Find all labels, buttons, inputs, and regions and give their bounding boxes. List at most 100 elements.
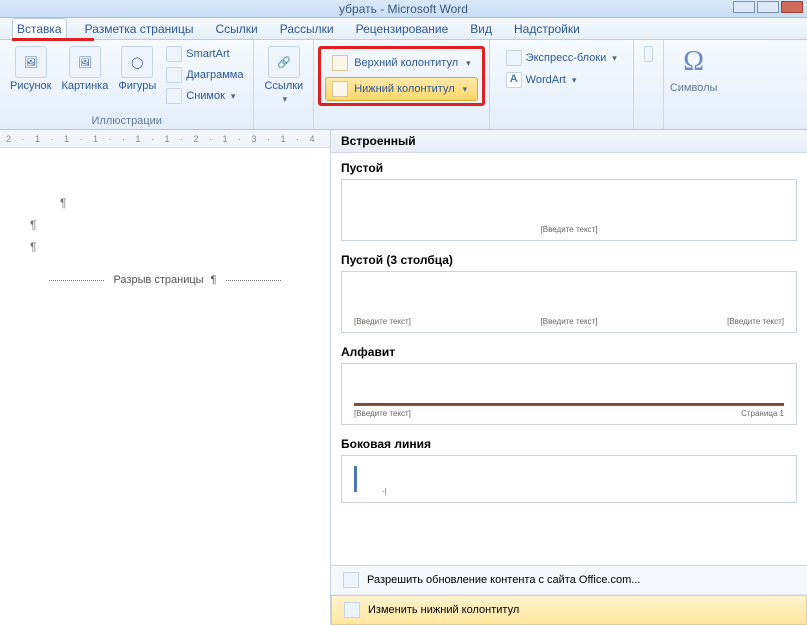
tab-review[interactable]: Рецензирование [352, 19, 453, 39]
minimize-button[interactable] [733, 1, 755, 13]
horizontal-ruler[interactable]: 2 · 1 · 1 · 1 · · 1 · 1 · 2 · 1 · 3 · 1 … [0, 130, 330, 148]
clipart-label: Картинка [62, 80, 109, 92]
document-area: 2 · 1 · 1 · 1 · · 1 · 1 · 2 · 1 · 3 · 1 … [0, 130, 330, 625]
maximize-button[interactable] [757, 1, 779, 13]
chart-button[interactable]: Диаграмма [162, 65, 247, 85]
divider-line [354, 403, 784, 406]
title-bar: убрать - Microsoft Word [0, 0, 807, 18]
footer-button[interactable]: Нижний колонтитул ▾ [325, 77, 477, 101]
shapes-icon: ◯ [121, 46, 153, 78]
chevron-down-icon: ▾ [283, 94, 288, 105]
footer-gallery: Встроенный Пустой [Введите текст] Пустой… [330, 130, 807, 625]
wordart-label: WordArt [526, 74, 566, 86]
header-button[interactable]: Верхний колонтитул ▾ [325, 51, 477, 75]
clipart-icon: 🖼 [69, 46, 101, 78]
workspace: 2 · 1 · 1 · 1 · · 1 · 1 · 2 · 1 · 3 · 1 … [0, 130, 807, 625]
page-break-label: Разрыв страницы [113, 274, 203, 286]
shapes-button[interactable]: ◯ Фигуры [114, 44, 160, 106]
picture-icon: 🖼 [15, 46, 47, 78]
links-label: Ссылки [264, 80, 303, 92]
quickparts-label: Экспресс-блоки [526, 52, 607, 64]
footer-icon [332, 81, 348, 97]
window-title: убрать - Microsoft Word [339, 2, 468, 16]
gallery-preview: [Введите текст] Страница 1 [341, 363, 797, 425]
tab-insert[interactable]: Вставка [12, 18, 67, 40]
placeholder-text: [Введите текст] [727, 317, 784, 326]
group-symbols-label: Символы [670, 80, 718, 94]
side-bar [354, 466, 357, 492]
dropcap-button[interactable] [640, 44, 657, 64]
gallery-footer: Разрешить обновление контента с сайта Of… [331, 565, 807, 625]
chevron-down-icon: ▾ [463, 84, 468, 95]
gallery-item-blank3[interactable]: Пустой (3 столбца) [Введите текст] [Введ… [341, 249, 797, 333]
chevron-down-icon: ▾ [612, 53, 617, 64]
chevron-down-icon: ▾ [231, 91, 236, 102]
picture-button[interactable]: 🖼 Рисунок [6, 44, 56, 106]
gallery-body[interactable]: Пустой [Введите текст] Пустой (3 столбца… [331, 153, 807, 565]
chevron-down-icon: ▾ [466, 58, 471, 69]
gallery-item-alphabet[interactable]: Алфавит [Введите текст] Страница 1 [341, 341, 797, 425]
gallery-item-sideline[interactable]: Боковая линия ·| [341, 433, 797, 503]
group-text: Экспресс-блоки ▾ A WordArt ▾ [490, 40, 634, 129]
gallery-item-title: Пустой (3 столбца) [341, 249, 797, 271]
gallery-item-title: Алфавит [341, 341, 797, 363]
tab-view[interactable]: Вид [466, 19, 496, 39]
smartart-icon [166, 46, 182, 62]
cursor-indicator: ·| [382, 487, 387, 496]
gallery-preview: ·| [341, 455, 797, 503]
tab-addins[interactable]: Надстройки [510, 19, 584, 39]
gallery-preview: [Введите текст] [341, 179, 797, 241]
close-button[interactable] [781, 1, 803, 13]
edit-footer-label: Изменить нижний колонтитул [368, 604, 519, 616]
smartart-button[interactable]: SmartArt [162, 44, 247, 64]
placeholder-text: [Введите текст] [354, 409, 411, 418]
office-icon [343, 572, 359, 588]
wordart-button[interactable]: A WordArt ▾ [502, 70, 621, 90]
dropcap-icon [644, 46, 653, 62]
page-number: Страница 1 [741, 409, 784, 418]
allow-office-update[interactable]: Разрешить обновление контента с сайта Of… [331, 566, 807, 595]
placeholder-text: [Введите текст] [354, 317, 411, 326]
wordart-icon: A [506, 72, 522, 88]
header-label: Верхний колонтитул [354, 57, 458, 69]
tab-mailings[interactable]: Рассылки [276, 19, 338, 39]
links-icon: 🔗 [268, 46, 300, 78]
group-links: 🔗 Ссылки ▾ [254, 40, 314, 129]
annotation-red-box: Верхний колонтитул ▾ Нижний колонтитул ▾ [318, 46, 484, 106]
header-icon [332, 55, 348, 71]
chart-icon [166, 67, 182, 83]
screenshot-icon [166, 88, 182, 104]
paragraph-mark: ¶ [30, 240, 300, 254]
paragraph-mark: ¶ [211, 274, 217, 286]
group-text-extra [634, 40, 664, 129]
edit-footer-icon [344, 602, 360, 618]
chart-label: Диаграмма [186, 69, 243, 81]
paragraph-mark: ¶ [30, 218, 300, 232]
gallery-item-title: Боковая линия [341, 433, 797, 455]
group-illustrations: 🖼 Рисунок 🖼 Картинка ◯ Фигуры SmartArt Д… [0, 40, 254, 129]
group-header-footer: Верхний колонтитул ▾ Нижний колонтитул ▾ [314, 40, 489, 129]
tab-page-layout[interactable]: Разметка страницы [81, 19, 198, 39]
paragraph-mark: ¶ [60, 196, 300, 210]
allow-update-label: Разрешить обновление контента с сайта Of… [367, 574, 640, 586]
annotation-underline [12, 38, 94, 41]
screenshot-button[interactable]: Снимок ▾ [162, 86, 247, 106]
tab-references[interactable]: Ссылки [211, 19, 261, 39]
symbol-button[interactable]: Ω [679, 44, 708, 80]
clipart-button[interactable]: 🖼 Картинка [58, 44, 113, 106]
placeholder-text: [Введите текст] [541, 225, 598, 234]
screenshot-label: Снимок [186, 90, 225, 102]
group-illustrations-label: Иллюстрации [6, 113, 247, 127]
edit-footer[interactable]: Изменить нижний колонтитул [331, 595, 807, 625]
links-button[interactable]: 🔗 Ссылки ▾ [260, 44, 307, 107]
document-page[interactable]: ¶ ¶ ¶ Разрыв страницы ¶ [0, 148, 330, 346]
picture-label: Рисунок [10, 80, 52, 92]
gallery-preview: [Введите текст] [Введите текст] [Введите… [341, 271, 797, 333]
quickparts-button[interactable]: Экспресс-блоки ▾ [502, 48, 621, 68]
gallery-section-header: Встроенный [331, 130, 807, 153]
smartart-label: SmartArt [186, 48, 229, 60]
footer-label: Нижний колонтитул [354, 83, 454, 95]
gallery-item-blank[interactable]: Пустой [Введите текст] [341, 157, 797, 241]
placeholder-text: [Введите текст] [541, 317, 598, 326]
shapes-label: Фигуры [118, 80, 156, 92]
